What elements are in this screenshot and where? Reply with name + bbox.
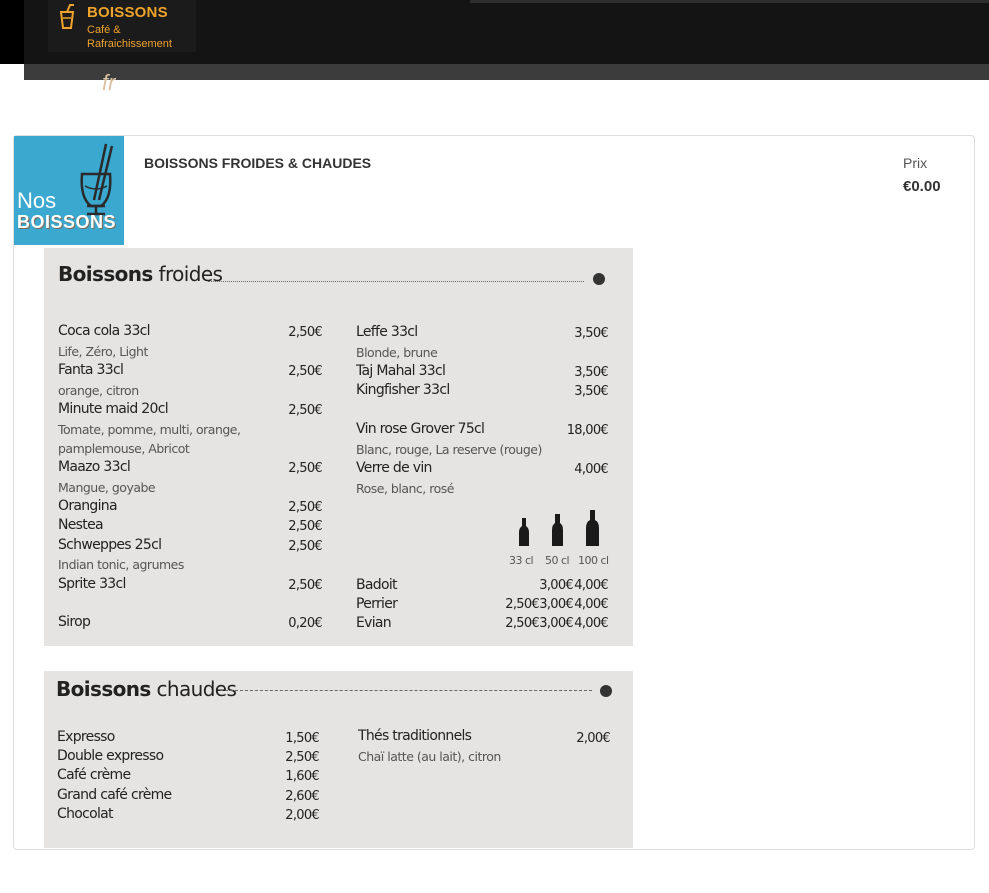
category-title[interactable]: BOISSONS (87, 4, 168, 21)
menu-item-price: 2,50€ (288, 519, 322, 534)
glass-icon (80, 143, 114, 216)
menu-item-desc: Blanc, rouge, La reserve (rouge) (356, 442, 542, 457)
menu-item-name: Minute maid 20cl (58, 401, 169, 417)
menu-item-name: Orangina (58, 498, 118, 514)
menu-item-price: 2,50€ (505, 616, 539, 631)
menu-item-name: Kingfisher 33cl (356, 382, 450, 398)
menu-item-price: 2,50€ (285, 750, 319, 765)
menu-item-price: 4,00€ (574, 578, 608, 593)
menu-item-name: Leffe 33cl (356, 324, 418, 340)
menu-item-price: 3,00€ (539, 616, 573, 631)
menu-item-desc: orange, citron (58, 383, 139, 398)
section-bullet (593, 273, 605, 285)
menu-item-name: Nestea (58, 517, 104, 533)
section-bullet (600, 685, 612, 697)
menu-item-name: Fanta 33cl (58, 362, 124, 378)
thumbnail-text-fr: fr (102, 70, 116, 95)
menu-item-name: Coca cola 33cl (58, 323, 151, 339)
drink-icon (59, 4, 75, 29)
menu-item-price: 3,50€ (574, 365, 608, 380)
menu-item-desc: Mangue, goyabe (58, 480, 156, 495)
bottle-size-label: 33 cl (509, 554, 534, 567)
menu-item-price: 2,50€ (288, 364, 322, 379)
menu-item-name: Grand café crème (57, 787, 172, 803)
product-thumbnail[interactable]: Nos BOISSONS (14, 136, 124, 245)
bottle-size-label: 100 cl (578, 554, 609, 567)
menu-item-desc: pamplemouse, Abricot (58, 441, 190, 456)
menu-item-name: Expresso (57, 729, 115, 745)
menu-item-price: 2,50€ (288, 539, 322, 554)
menu-item-desc: Rose, blanc, rosé (356, 481, 454, 496)
menu-item-price: 2,50€ (288, 325, 322, 340)
product-title[interactable]: BOISSONS FROIDES & CHAUDES (144, 155, 371, 171)
menu-item-price: 1,60€ (285, 769, 319, 784)
thumbnail-text-boissons: BOISSONS (17, 212, 117, 232)
menu-item-name: Sirop (58, 614, 91, 630)
menu-item-desc: Blonde, brune (356, 345, 438, 360)
banner-highlight (470, 0, 989, 3)
menu-item-name: Café crème (57, 767, 131, 783)
banner-edge (0, 0, 24, 64)
menu-item-price: 3,00€ (539, 578, 573, 593)
menu-item-price: 0,20€ (288, 616, 322, 631)
thumbnail-text-nos: Nos (17, 188, 57, 213)
menu-item-price: 3,50€ (574, 326, 608, 341)
menu-item-name: Vin rose Grover 75cl (356, 421, 485, 437)
menu-item-name: Chocolat (57, 806, 114, 822)
price-label: Prix (903, 155, 928, 171)
menu-item-price: 4,00€ (574, 462, 608, 477)
bottle-small-icon (519, 518, 529, 546)
menu-item-price: 2,50€ (288, 403, 322, 418)
menu-item-price: 4,00€ (574, 597, 608, 612)
section-title-cold: Boissons froides (58, 262, 223, 286)
section-divider (208, 281, 584, 282)
menu-item-price: 2,00€ (285, 808, 319, 823)
banner-strip (24, 64, 989, 80)
menu-item-price: 18,00€ (566, 423, 609, 438)
menu-item-price: 2,50€ (288, 461, 322, 476)
price-value: €0.00 (903, 178, 941, 195)
menu-item-desc: Chaï latte (au lait), citron (358, 749, 501, 764)
menu-item-price: 2,50€ (288, 500, 322, 515)
menu-item-name: Double expresso (57, 748, 164, 764)
menu-item-desc: Indian tonic, agrumes (58, 557, 184, 572)
menu-item-price: 1,50€ (285, 731, 319, 746)
menu-item-name: Thés traditionnels (358, 728, 472, 744)
menu-item-price: 2,60€ (285, 789, 319, 804)
bottle-size-label: 50 cl (545, 554, 570, 567)
menu-item-name: Schweppes 25cl (58, 537, 162, 553)
menu-item-price: 3,50€ (574, 384, 608, 399)
menu-item-name: Sprite 33cl (58, 576, 126, 592)
menu-item-name: Badoit (356, 577, 398, 593)
menu-item-name: Perrier (356, 596, 398, 612)
menu-item-price: 2,00€ (576, 731, 610, 746)
category-subtitle: Café & Rafraichissement (87, 24, 172, 50)
section-title-hot: Boissons chaudes (56, 677, 237, 701)
menu-item-desc: Tomate, pomme, multi, orange, (58, 422, 241, 437)
menu-item-name: Verre de vin (356, 460, 432, 476)
menu-item-name: Taj Mahal 33cl (356, 363, 446, 379)
bottle-large-icon (586, 510, 599, 546)
menu-item-desc: Life, Zéro, Light (58, 344, 148, 359)
menu-item-name: Evian (356, 615, 392, 631)
menu-item-price: 3,00€ (539, 597, 573, 612)
menu-item-price: 4,00€ (574, 616, 608, 631)
menu-item-price: 2,50€ (505, 597, 539, 612)
menu-item-price: 2,50€ (288, 578, 322, 593)
menu-item-name: Maazo 33cl (58, 459, 131, 475)
bottle-medium-icon (552, 514, 563, 546)
section-divider (220, 690, 592, 691)
